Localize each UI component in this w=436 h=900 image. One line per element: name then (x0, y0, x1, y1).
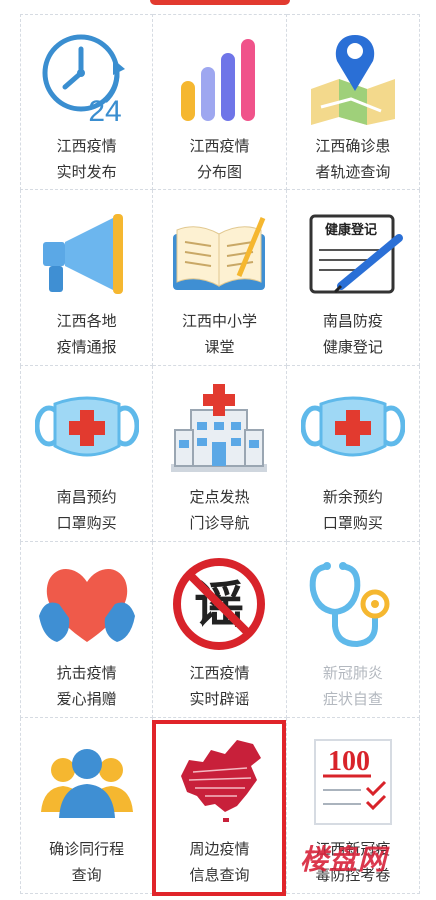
tile-xinyu-mask[interactable]: 新余预约 口罩购买 (286, 366, 420, 542)
tile-school-class[interactable]: 江西中小学 课堂 (153, 190, 287, 366)
tile-same-trip-query[interactable]: 确诊同行程 查询 (20, 718, 154, 894)
open-book-icon (167, 204, 271, 300)
tile-donation[interactable]: 抗击疫情 爱心捐赠 (20, 542, 154, 718)
tile-label: 新余预约 口罩购买 (322, 488, 383, 532)
tile-distribution-map[interactable]: 江西疫情 分布图 (153, 14, 287, 190)
tile-realtime-release[interactable]: 24 江西疫情 实时发布 (20, 14, 154, 190)
tile-label: 江西确诊患 者轨迹查询 (315, 137, 391, 181)
tile-label: 周边疫情 信息查询 (189, 840, 250, 884)
clock-24-icon: 24 (35, 29, 139, 125)
tile-label: 新冠肺炎 症状自查 (322, 664, 383, 708)
health-register-icon: 健康登记 (301, 204, 405, 300)
svg-text:24: 24 (88, 95, 121, 125)
no-rumor-icon: 谣 (167, 556, 271, 652)
tile-label: 南昌预约 口罩购买 (56, 488, 117, 532)
health-register-text: 健康登记 (325, 222, 377, 238)
bar-chart-icon (167, 29, 271, 125)
tile-nanchang-mask[interactable]: 南昌预约 口罩购买 (20, 366, 154, 542)
china-map-icon (167, 732, 271, 828)
tile-label: 确诊同行程 查询 (49, 840, 125, 884)
tile-label: 江西疫情 分布图 (189, 137, 250, 181)
tile-symptom-check[interactable]: 新冠肺炎 症状自查 (286, 542, 420, 718)
tile-local-notices[interactable]: 江西各地 疫情通报 (20, 190, 154, 366)
tile-label: 江西各地 疫情通报 (56, 312, 117, 356)
top-accent-bar (150, 0, 290, 5)
tile-fever-clinic[interactable]: 定点发热 门诊导航 (153, 366, 287, 542)
people-icon (35, 732, 139, 828)
tile-health-register[interactable]: 健康登记 南昌防疫 健康登记 (286, 190, 420, 366)
tile-label: 江西中小学 课堂 (181, 312, 257, 356)
heart-hands-icon (35, 556, 139, 652)
tile-label: 定点发热 门诊导航 (189, 488, 250, 532)
tile-label: 江西疫情 实时辟谣 (189, 664, 250, 708)
tile-label: 抗击疫情 爱心捐赠 (56, 664, 117, 708)
tile-label: 南昌防疫 健康登记 (322, 312, 383, 356)
stethoscope-icon (301, 556, 405, 652)
score-text: 100 (328, 746, 370, 777)
hospital-icon (167, 380, 271, 476)
exam-paper-icon: 100 (301, 732, 405, 828)
tile-label: 江西疫情 实时发布 (56, 137, 117, 181)
face-mask-icon (300, 380, 405, 476)
watermark: 楼盘网 (300, 843, 388, 876)
megaphone-icon (35, 204, 139, 300)
face-mask-icon (34, 380, 139, 476)
tile-rumor-refute[interactable]: 谣 江西疫情 实时辟谣 (153, 542, 287, 718)
tile-nearby-query[interactable]: 周边疫情 信息查询 (153, 718, 287, 894)
map-pin-icon (301, 29, 405, 125)
tile-patient-trajectory[interactable]: 江西确诊患 者轨迹查询 (286, 14, 420, 190)
service-grid: 24 江西疫情 实时发布 江西疫情 分布图 江西确诊患 者轨迹查询 江西各地 疫… (20, 14, 420, 894)
